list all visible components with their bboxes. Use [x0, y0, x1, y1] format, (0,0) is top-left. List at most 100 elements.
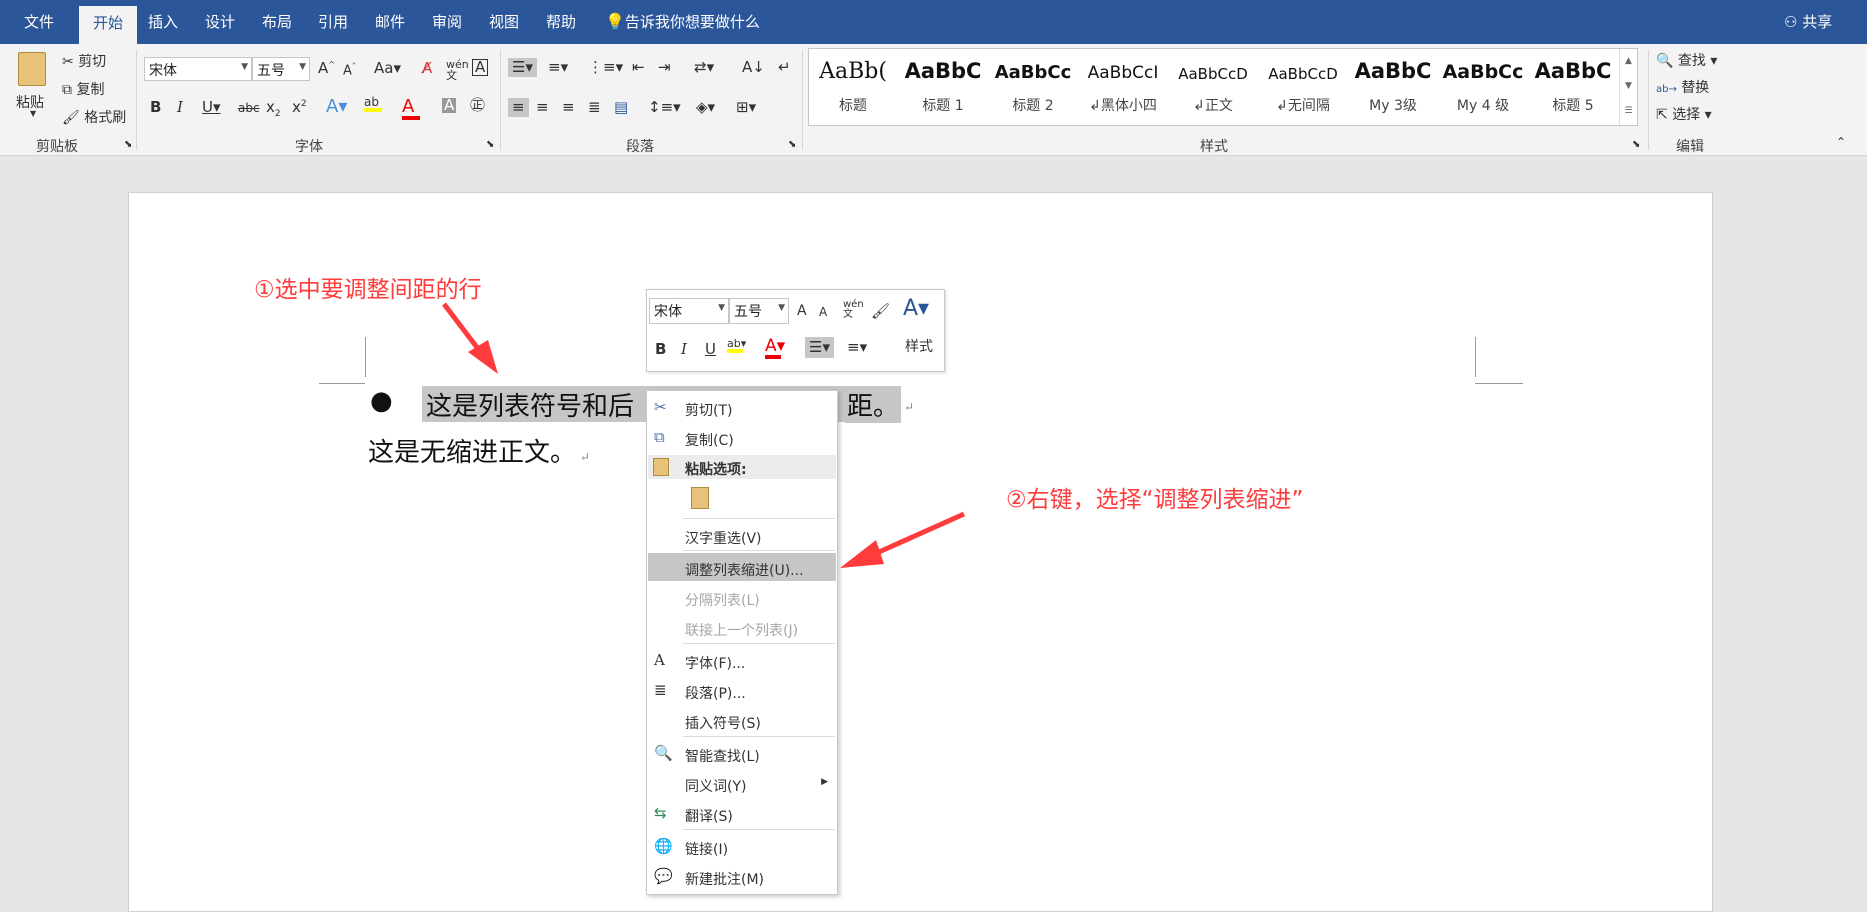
tab-review[interactable]: 审阅 [432, 11, 462, 33]
align-center-icon[interactable]: ≡ [536, 100, 549, 115]
styles-icon[interactable]: A▾ [903, 298, 929, 320]
dialog-launcher-icon[interactable]: ⬊ [486, 140, 494, 150]
shrink-font-icon[interactable]: A˅ [343, 63, 356, 78]
paste-keep-text-button[interactable] [687, 485, 713, 513]
crop-mark [319, 383, 365, 384]
collapse-ribbon-icon[interactable]: ⌃ [1836, 136, 1846, 148]
underline-icon[interactable]: U [705, 342, 716, 357]
tab-insert[interactable]: 插入 [148, 11, 178, 33]
menu-item-link[interactable]: 🌐 链接(I) [648, 832, 836, 860]
phonetic-guide-icon[interactable]: wén 文 [446, 59, 469, 81]
brush-icon[interactable]: 🖌 [871, 304, 890, 319]
paste-button[interactable]: 粘贴 ▼ [12, 50, 56, 120]
numbering-icon[interactable]: ≡▾ [847, 340, 867, 355]
group-label-editing: 编辑 [1676, 139, 1704, 155]
tab-view[interactable]: 视图 [489, 11, 519, 33]
grow-font-icon[interactable]: A [797, 304, 807, 318]
italic-icon[interactable]: I [177, 100, 183, 115]
distributed-icon[interactable]: ▤ [614, 100, 628, 115]
body-text-line[interactable]: 这是无缩进正文。 ↵ [368, 432, 590, 469]
superscript-icon[interactable]: x2 [292, 100, 307, 115]
increase-indent-icon[interactable]: ⇥ [658, 60, 671, 75]
style-heading-2[interactable]: AaBbCc 标题 2 [989, 59, 1077, 115]
tab-home[interactable]: 开始 [79, 6, 138, 44]
style-heading-5[interactable]: AaBbC 标题 5 [1529, 59, 1617, 115]
clear-formatting-icon[interactable]: A̸ [422, 61, 432, 76]
find-button[interactable]: 🔍 查找 ▾ [1656, 50, 1717, 70]
borders-icon[interactable]: ⊞▾ [736, 100, 756, 115]
italic-icon[interactable]: I [681, 342, 687, 357]
font-color-icon[interactable]: A [402, 98, 420, 120]
subscript-icon[interactable]: x2 [266, 100, 281, 119]
font-size-select[interactable]: 五号 ▼ [252, 57, 310, 81]
mini-font-select[interactable]: 宋体 ▼ [649, 298, 729, 324]
menu-item-adjust-list-indents[interactable]: 调整列表缩进(U)... [648, 553, 836, 581]
dialog-launcher-icon[interactable]: ⬊ [124, 140, 132, 150]
font-color-icon[interactable]: A▾ [765, 338, 785, 359]
tab-references[interactable]: 引用 [318, 11, 348, 33]
change-case-icon[interactable]: Aa▾ [374, 61, 401, 76]
style-normal[interactable]: AaBbCcD ↲正文 [1169, 59, 1257, 115]
highlight-color-icon[interactable]: ab [364, 96, 382, 112]
text-effects-icon[interactable]: A▾ [326, 98, 347, 116]
bold-icon[interactable]: B [655, 342, 666, 357]
show-marks-icon[interactable]: ↵ [778, 60, 791, 75]
character-shading-icon[interactable]: A [442, 98, 457, 113]
tell-me-search[interactable]: 💡告诉我你想要做什么 [605, 11, 760, 33]
strikethrough-icon[interactable]: abc [238, 102, 260, 114]
tab-design[interactable]: 设计 [205, 11, 235, 33]
format-painter-button[interactable]: 🖌 格式刷 [62, 107, 126, 127]
copy-button[interactable]: ⧉ 复制 [62, 79, 104, 99]
bold-icon[interactable]: B [150, 100, 161, 115]
justify-icon[interactable]: ≣ [588, 100, 601, 115]
menu-item-new-comment[interactable]: 💬 新建批注(M) [648, 862, 836, 890]
numbering-icon[interactable]: ≡▾ [548, 60, 568, 75]
gallery-scroll[interactable]: ▲ ▼ ☰ [1619, 49, 1637, 125]
style-my-3[interactable]: AaBbC My 3级 [1349, 59, 1437, 115]
tab-mailings[interactable]: 邮件 [375, 11, 405, 33]
character-border-icon[interactable]: A [472, 59, 489, 76]
paragraph-mark: ↵ [576, 450, 590, 464]
menu-item-reconvert[interactable]: 汉字重选(V) [648, 521, 836, 549]
highlight-color-icon[interactable]: ab▾ [727, 338, 746, 353]
align-left-icon[interactable]: ≡ [508, 98, 529, 117]
bullets-icon[interactable]: ☰▾ [508, 58, 537, 77]
menu-item-cut[interactable]: ✂ 剪切(T) [648, 393, 836, 421]
align-right-icon[interactable]: ≡ [562, 100, 575, 115]
font-name-select[interactable]: 宋体 ▼ [144, 57, 252, 81]
dialog-launcher-icon[interactable]: ⬊ [788, 140, 796, 150]
style-heading-1[interactable]: AaBbC 标题 1 [899, 59, 987, 115]
multilevel-list-icon[interactable]: ⋮≡▾ [588, 60, 623, 75]
menu-item-smart-lookup[interactable]: 🔍 智能查找(L) [648, 739, 836, 767]
dialog-launcher-icon[interactable]: ⬊ [1632, 140, 1640, 150]
line-spacing-icon[interactable]: ↕≡▾ [648, 100, 681, 115]
style-no-spacing[interactable]: AaBbCcD ↲无间隔 [1259, 59, 1347, 115]
grow-font-icon[interactable]: A^ [318, 61, 335, 76]
replace-button[interactable]: ab→ 替换 [1656, 77, 1709, 97]
menu-item-copy[interactable]: ⧉ 复制(C) [648, 423, 836, 451]
cut-button[interactable]: ✂ 剪切 [62, 51, 106, 71]
menu-item-synonyms[interactable]: 同义词(Y) ▶ [648, 769, 836, 797]
style-title[interactable]: AaBb(标题 [809, 59, 897, 115]
phonetic-guide-icon[interactable]: wén 文 [843, 300, 864, 320]
style-heiti-xiaosi[interactable]: AaBbCcI ↲黑体小四 [1079, 59, 1167, 115]
chinese-layout-icon[interactable]: ⇄▾ [694, 60, 714, 75]
tab-help[interactable]: 帮助 [546, 11, 576, 33]
select-button[interactable]: ⇱ 选择 ▾ [1656, 104, 1712, 124]
menu-item-paragraph[interactable]: ≣ 段落(P)... [648, 676, 836, 704]
shading-icon[interactable]: ◈▾ [696, 100, 715, 115]
tab-layout[interactable]: 布局 [262, 11, 292, 33]
menu-item-font[interactable]: A 字体(F)... [648, 646, 836, 674]
sort-icon[interactable]: A↓ [742, 60, 765, 75]
bullets-icon[interactable]: ☰▾ [805, 337, 834, 358]
underline-icon[interactable]: U▾ [202, 100, 221, 115]
style-my-4[interactable]: AaBbCc My 4 级 [1439, 59, 1527, 115]
enclose-characters-icon[interactable]: ㊣ [470, 98, 485, 113]
shrink-font-icon[interactable]: A [819, 306, 827, 318]
menu-item-translate[interactable]: ⇆ 翻译(S) [648, 799, 836, 827]
tab-file[interactable]: 文件 [24, 11, 54, 33]
decrease-indent-icon[interactable]: ⇤ [632, 60, 645, 75]
menu-item-insert-symbol[interactable]: 插入符号(S) [648, 706, 836, 734]
mini-size-select[interactable]: 五号 ▼ [729, 298, 789, 324]
share-button[interactable]: ⚇ 共享 [1784, 11, 1832, 33]
